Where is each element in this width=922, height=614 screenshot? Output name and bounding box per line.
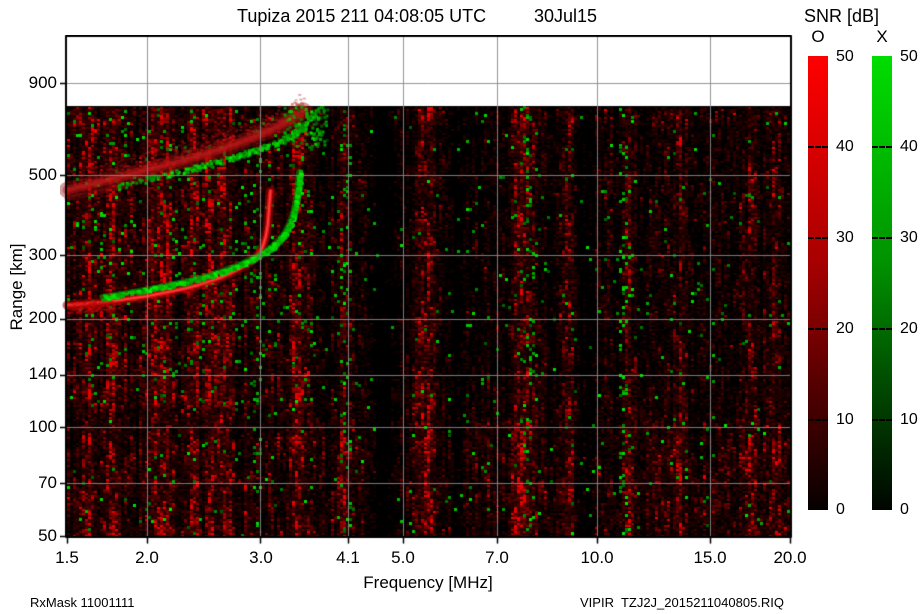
x-tick-label: 3.0	[249, 548, 273, 567]
data-file-text: VIPIR TZJ2J_2015211040805.RIQ	[580, 595, 785, 610]
y-tick-label: 140	[28, 364, 57, 383]
o-colorbar-label: 50	[836, 48, 854, 65]
x-colorbar-tick-40	[872, 146, 892, 148]
rx-mask-text: RxMask 11001111	[30, 595, 135, 610]
x-colorbar-tick-10	[872, 419, 892, 421]
o-colorbar-tick-10	[808, 419, 828, 421]
ionogram-viewer: Tupiza 2015 211 04:08:05 UTC 30Jul15 SNR…	[0, 0, 922, 614]
y-tick-label: 500	[28, 165, 57, 184]
o-mode-label: O	[811, 27, 825, 46]
ionogram-canvas	[60, 35, 796, 545]
o-colorbar-tick-30	[808, 237, 828, 239]
y-tick-label: 900	[28, 73, 57, 92]
x-tick-label: 10.0	[580, 548, 614, 567]
y-tick-label: 100	[28, 417, 57, 436]
x-mode-label: X	[876, 27, 888, 46]
colorbar-title: SNR [dB]	[804, 6, 880, 26]
x-tick-label: 20.0	[773, 548, 807, 567]
y-tick-label: 50	[38, 526, 57, 545]
x-tick-label: 5.0	[391, 548, 415, 567]
x-colorbar-tick-20	[872, 328, 892, 330]
o-colorbar-label: 0	[836, 501, 845, 518]
x-colorbar-tick-30	[872, 237, 892, 239]
x-tick-label: 1.5	[55, 548, 79, 567]
page-title: Tupiza 2015 211 04:08:05 UTC	[237, 6, 487, 26]
y-tick-label: 70	[38, 473, 57, 492]
o-colorbar	[808, 56, 828, 510]
page-date: 30Jul15	[534, 6, 598, 26]
x-tick-label: 15.0	[693, 548, 727, 567]
x-colorbar-label: 20	[900, 320, 918, 337]
x-tick-label: 2.0	[135, 548, 159, 567]
x-colorbar	[872, 56, 892, 510]
x-colorbar-label: 40	[900, 138, 918, 155]
y-axis-label: Range [km]	[7, 243, 26, 331]
x-axis-label: Frequency [MHz]	[363, 573, 493, 592]
x-colorbar-label: 0	[900, 501, 909, 518]
x-colorbar-label: 30	[900, 229, 918, 246]
x-colorbar-label: 10	[900, 411, 918, 428]
o-colorbar-label: 30	[836, 229, 854, 246]
o-colorbar-tick-40	[808, 146, 828, 148]
x-tick-label: 7.0	[485, 548, 509, 567]
x-colorbar-label: 50	[900, 48, 918, 65]
o-colorbar-label: 10	[836, 411, 854, 428]
x-tick-label: 4.1	[336, 548, 360, 567]
o-colorbar-label: 20	[836, 320, 854, 337]
o-colorbar-tick-20	[808, 328, 828, 330]
o-colorbar-label: 40	[836, 138, 854, 155]
